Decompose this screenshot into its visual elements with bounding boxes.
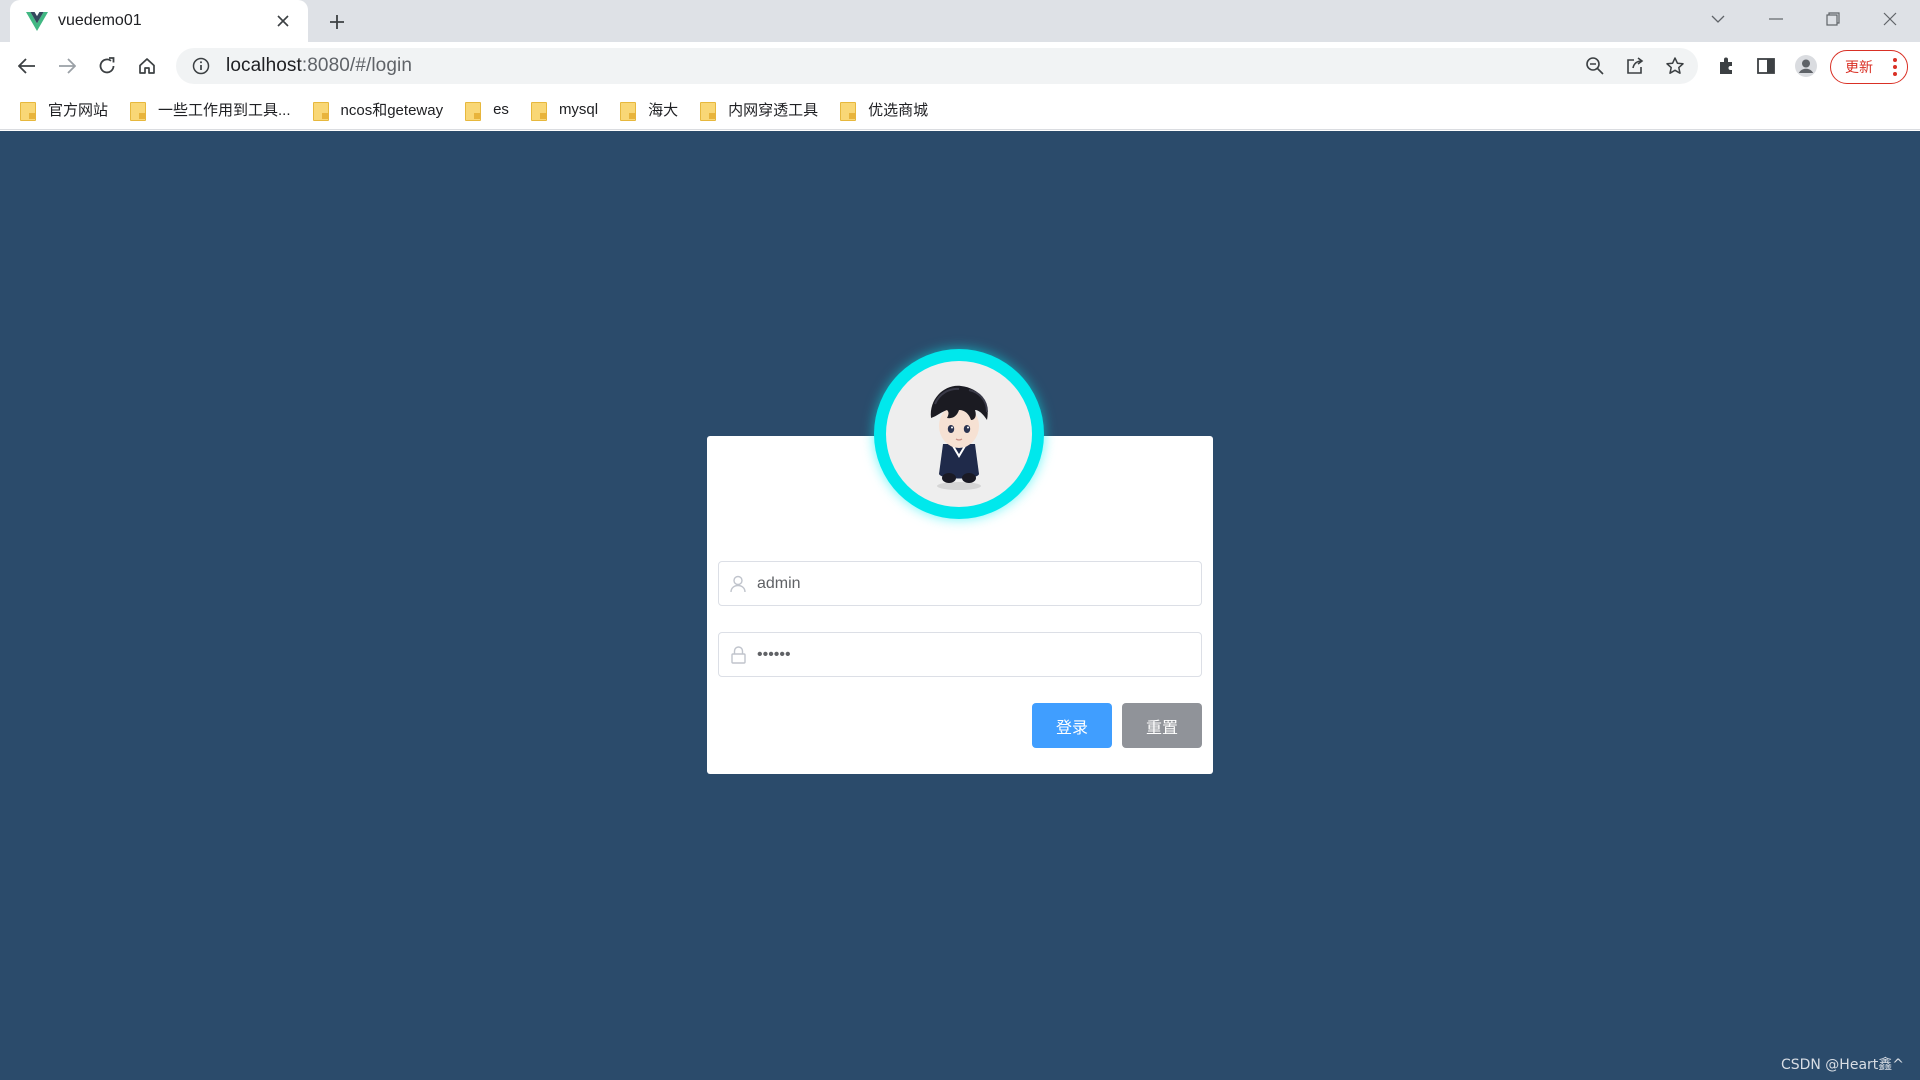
bookmark-item[interactable]: 内网穿透工具	[698, 95, 826, 125]
watermark: CSDN @Heart鑫^	[1780, 1057, 1904, 1073]
folder-icon	[620, 101, 637, 121]
browser-toolbar: localhost:8080/#/login 更新	[0, 42, 1920, 90]
folder-icon	[465, 101, 482, 121]
tab-strip: vuedemo01	[0, 0, 1920, 42]
url-text[interactable]: localhost:8080/#/login	[226, 55, 412, 77]
folder-icon	[312, 101, 329, 121]
folder-icon	[130, 101, 147, 121]
login-button[interactable]: 登录	[1032, 703, 1112, 748]
profile-avatar-icon[interactable]	[1788, 48, 1824, 84]
update-button[interactable]: 更新	[1830, 50, 1908, 84]
tab-close-icon[interactable]	[272, 10, 294, 32]
bookmark-item[interactable]: ncos和geteway	[311, 95, 452, 125]
user-icon	[729, 574, 747, 594]
vue-logo-icon	[26, 11, 48, 31]
bookmark-item[interactable]: mysql	[529, 95, 606, 125]
minimize-icon[interactable]	[1748, 0, 1804, 38]
bookmark-item[interactable]: 官方网站	[18, 95, 116, 125]
bookmarks-bar: 官方网站 一些工作用到工具... ncos和geteway es mysql 海…	[0, 90, 1920, 130]
avatar	[874, 349, 1044, 519]
tab-title: vuedemo01	[58, 12, 142, 29]
password-field[interactable]	[718, 632, 1202, 677]
restore-icon[interactable]	[1805, 0, 1861, 38]
avatar-image	[886, 361, 1032, 507]
bookmark-item[interactable]: 海大	[618, 95, 686, 125]
bookmark-item[interactable]: 一些工作用到工具...	[128, 95, 299, 125]
browser-tab[interactable]: vuedemo01	[10, 0, 308, 42]
bookmark-item[interactable]: es	[463, 95, 517, 125]
username-input[interactable]	[757, 563, 1197, 604]
side-panel-icon[interactable]	[1748, 48, 1784, 84]
extensions-icon[interactable]	[1708, 48, 1744, 84]
login-page-background: 登录 重置 CSDN @Heart鑫^	[0, 131, 1920, 1080]
site-info-icon[interactable]	[190, 55, 212, 77]
reset-button[interactable]: 重置	[1122, 703, 1202, 748]
folder-icon	[840, 101, 857, 121]
tab-search-icon[interactable]	[1690, 0, 1746, 38]
lock-icon	[729, 645, 747, 665]
close-window-icon[interactable]	[1862, 0, 1918, 38]
folder-icon	[530, 101, 547, 121]
share-icon[interactable]	[1620, 51, 1650, 81]
bookmark-star-icon[interactable]	[1660, 51, 1690, 81]
new-tab-button[interactable]	[320, 7, 354, 37]
reload-icon[interactable]	[89, 48, 125, 84]
home-icon[interactable]	[129, 48, 165, 84]
forward-icon[interactable]	[49, 48, 85, 84]
back-icon[interactable]	[9, 48, 45, 84]
folder-icon	[700, 101, 717, 121]
update-label: 更新	[1845, 59, 1873, 75]
menu-dots-icon	[1893, 58, 1897, 79]
address-bar[interactable]: localhost:8080/#/login	[176, 48, 1698, 84]
folder-icon	[20, 101, 36, 121]
zoom-icon[interactable]	[1580, 51, 1610, 81]
bookmark-item[interactable]: 优选商城	[838, 95, 936, 125]
password-input[interactable]	[757, 634, 1197, 675]
username-field[interactable]	[718, 561, 1202, 606]
